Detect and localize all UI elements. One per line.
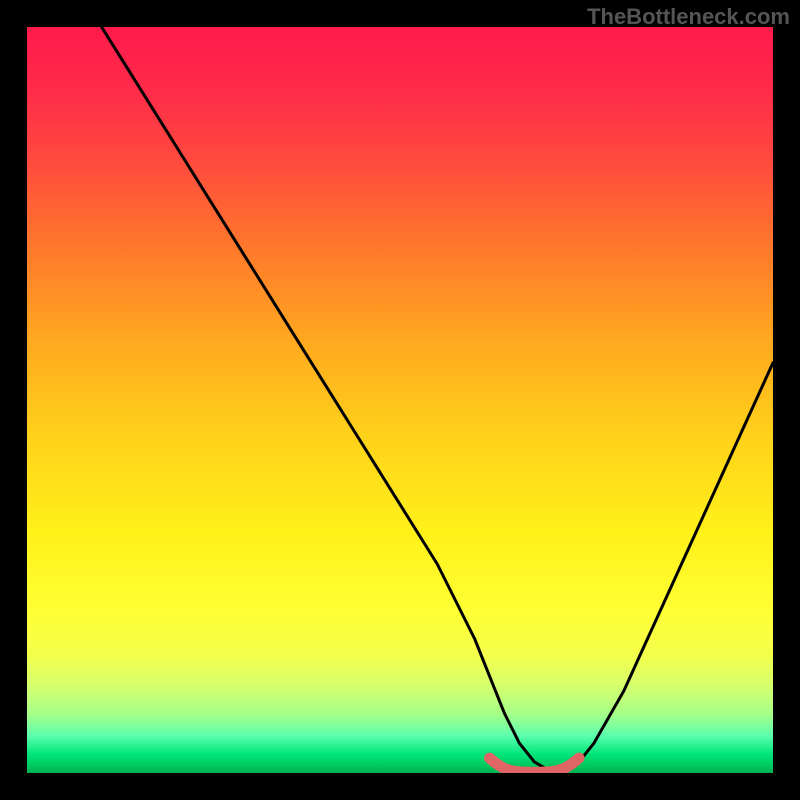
- chart-container: TheBottleneck.com: [0, 0, 800, 800]
- plot-area: [27, 27, 773, 773]
- chart-svg: [27, 27, 773, 773]
- series-curve: [102, 27, 773, 771]
- watermark-text: TheBottleneck.com: [587, 4, 790, 30]
